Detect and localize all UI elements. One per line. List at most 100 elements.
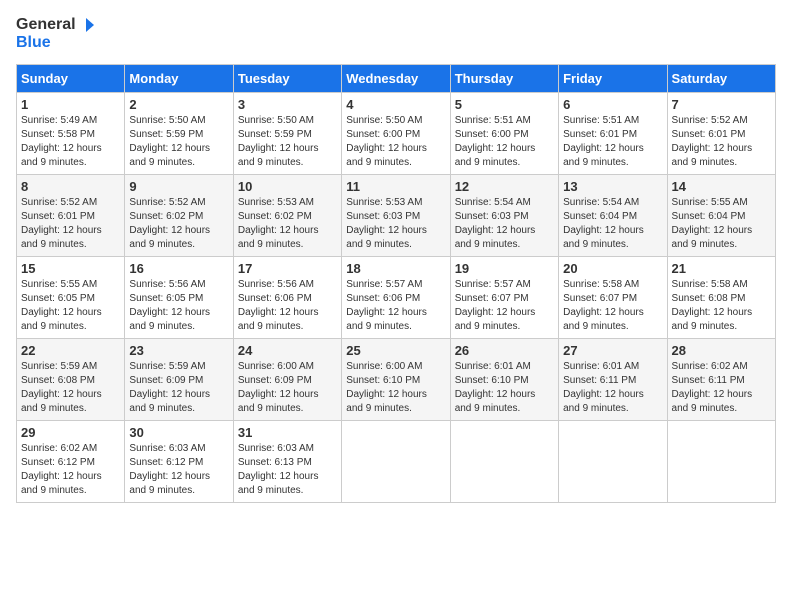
day-number: 11 — [346, 179, 445, 194]
logo-container: General Blue — [16, 16, 96, 52]
day-number: 7 — [672, 97, 771, 112]
day-info: Sunrise: 5:52 AM Sunset: 6:02 PM Dayligh… — [129, 196, 228, 252]
col-header-sunday: Sunday — [17, 64, 125, 92]
day-info: Sunrise: 5:49 AM Sunset: 5:58 PM Dayligh… — [21, 114, 120, 170]
day-number: 28 — [672, 343, 771, 358]
day-info: Sunrise: 5:58 AM Sunset: 6:07 PM Dayligh… — [563, 278, 662, 334]
calendar-cell: 15 Sunrise: 5:55 AM Sunset: 6:05 PM Dayli… — [17, 256, 125, 338]
calendar-cell: 20 Sunrise: 5:58 AM Sunset: 6:07 PM Dayli… — [559, 256, 667, 338]
day-info: Sunrise: 5:54 AM Sunset: 6:03 PM Dayligh… — [455, 196, 554, 252]
calendar-cell: 3 Sunrise: 5:50 AM Sunset: 5:59 PM Daylig… — [233, 92, 341, 174]
calendar-cell — [450, 420, 558, 502]
day-number: 24 — [238, 343, 337, 358]
calendar-cell: 26 Sunrise: 6:01 AM Sunset: 6:10 PM Dayli… — [450, 338, 558, 420]
day-info: Sunrise: 5:55 AM Sunset: 6:04 PM Dayligh… — [672, 196, 771, 252]
calendar-cell: 6 Sunrise: 5:51 AM Sunset: 6:01 PM Daylig… — [559, 92, 667, 174]
day-info: Sunrise: 5:50 AM Sunset: 5:59 PM Dayligh… — [129, 114, 228, 170]
day-number: 26 — [455, 343, 554, 358]
day-number: 10 — [238, 179, 337, 194]
calendar-cell: 29 Sunrise: 6:02 AM Sunset: 6:12 PM Dayli… — [17, 420, 125, 502]
col-header-monday: Monday — [125, 64, 233, 92]
day-info: Sunrise: 5:59 AM Sunset: 6:08 PM Dayligh… — [21, 360, 120, 416]
day-info: Sunrise: 5:51 AM Sunset: 6:00 PM Dayligh… — [455, 114, 554, 170]
day-number: 5 — [455, 97, 554, 112]
day-number: 30 — [129, 425, 228, 440]
calendar-cell: 11 Sunrise: 5:53 AM Sunset: 6:03 PM Dayli… — [342, 174, 450, 256]
day-number: 9 — [129, 179, 228, 194]
day-number: 1 — [21, 97, 120, 112]
col-header-saturday: Saturday — [667, 64, 775, 92]
calendar-cell: 1 Sunrise: 5:49 AM Sunset: 5:58 PM Daylig… — [17, 92, 125, 174]
day-info: Sunrise: 5:53 AM Sunset: 6:03 PM Dayligh… — [346, 196, 445, 252]
day-info: Sunrise: 6:02 AM Sunset: 6:11 PM Dayligh… — [672, 360, 771, 416]
day-number: 4 — [346, 97, 445, 112]
day-number: 31 — [238, 425, 337, 440]
calendar-cell: 9 Sunrise: 5:52 AM Sunset: 6:02 PM Daylig… — [125, 174, 233, 256]
day-number: 19 — [455, 261, 554, 276]
day-info: Sunrise: 5:58 AM Sunset: 6:08 PM Dayligh… — [672, 278, 771, 334]
day-info: Sunrise: 5:50 AM Sunset: 6:00 PM Dayligh… — [346, 114, 445, 170]
calendar-cell: 22 Sunrise: 5:59 AM Sunset: 6:08 PM Dayli… — [17, 338, 125, 420]
calendar-cell: 21 Sunrise: 5:58 AM Sunset: 6:08 PM Dayli… — [667, 256, 775, 338]
calendar-cell: 17 Sunrise: 5:56 AM Sunset: 6:06 PM Dayli… — [233, 256, 341, 338]
day-info: Sunrise: 5:55 AM Sunset: 6:05 PM Dayligh… — [21, 278, 120, 334]
calendar-cell: 8Sunrise: 5:52 AM Sunset: 6:01 PM Daylig… — [17, 174, 125, 256]
calendar-cell: 23Sunrise: 5:59 AM Sunset: 6:09 PM Dayli… — [125, 338, 233, 420]
day-number: 22 — [21, 343, 120, 358]
day-number: 14 — [672, 179, 771, 194]
calendar-cell: 18 Sunrise: 5:57 AM Sunset: 6:06 PM Dayli… — [342, 256, 450, 338]
calendar-cell: 5 Sunrise: 5:51 AM Sunset: 6:00 PM Daylig… — [450, 92, 558, 174]
col-header-wednesday: Wednesday — [342, 64, 450, 92]
day-number: 21 — [672, 261, 771, 276]
logo-arrow-icon — [78, 16, 96, 34]
calendar-cell — [667, 420, 775, 502]
calendar-cell: 14 Sunrise: 5:55 AM Sunset: 6:04 PM Dayli… — [667, 174, 775, 256]
day-info: Sunrise: 6:00 AM Sunset: 6:09 PM Dayligh… — [238, 360, 337, 416]
day-info: Sunrise: 6:00 AM Sunset: 6:10 PM Dayligh… — [346, 360, 445, 416]
day-number: 2 — [129, 97, 228, 112]
logo-blue: Blue — [16, 34, 96, 52]
day-info: Sunrise: 5:59 AM Sunset: 6:09 PM Dayligh… — [129, 360, 228, 416]
day-info: Sunrise: 5:57 AM Sunset: 6:06 PM Dayligh… — [346, 278, 445, 334]
day-number: 17 — [238, 261, 337, 276]
day-info: Sunrise: 5:51 AM Sunset: 6:01 PM Dayligh… — [563, 114, 662, 170]
day-info: Sunrise: 5:56 AM Sunset: 6:05 PM Dayligh… — [129, 278, 228, 334]
calendar-cell: 13Sunrise: 5:54 AM Sunset: 6:04 PM Dayli… — [559, 174, 667, 256]
day-info: Sunrise: 6:03 AM Sunset: 6:13 PM Dayligh… — [238, 442, 337, 498]
day-info: Sunrise: 5:53 AM Sunset: 6:02 PM Dayligh… — [238, 196, 337, 252]
day-number: 3 — [238, 97, 337, 112]
calendar-cell: 4 Sunrise: 5:50 AM Sunset: 6:00 PM Daylig… — [342, 92, 450, 174]
day-number: 20 — [563, 261, 662, 276]
col-header-tuesday: Tuesday — [233, 64, 341, 92]
day-info: Sunrise: 5:54 AM Sunset: 6:04 PM Dayligh… — [563, 196, 662, 252]
calendar-cell: 27Sunrise: 6:01 AM Sunset: 6:11 PM Dayli… — [559, 338, 667, 420]
logo: General Blue — [16, 16, 96, 52]
calendar-cell: 31 Sunrise: 6:03 AM Sunset: 6:13 PM Dayli… — [233, 420, 341, 502]
calendar-cell — [342, 420, 450, 502]
col-header-thursday: Thursday — [450, 64, 558, 92]
day-info: Sunrise: 6:02 AM Sunset: 6:12 PM Dayligh… — [21, 442, 120, 498]
day-number: 25 — [346, 343, 445, 358]
col-header-friday: Friday — [559, 64, 667, 92]
calendar-cell: 12 Sunrise: 5:54 AM Sunset: 6:03 PM Dayli… — [450, 174, 558, 256]
day-number: 27 — [563, 343, 662, 358]
calendar-cell: 16Sunrise: 5:56 AM Sunset: 6:05 PM Dayli… — [125, 256, 233, 338]
day-number: 8 — [21, 179, 120, 194]
day-info: Sunrise: 5:52 AM Sunset: 6:01 PM Dayligh… — [672, 114, 771, 170]
day-info: Sunrise: 6:03 AM Sunset: 6:12 PM Dayligh… — [129, 442, 228, 498]
calendar-table: SundayMondayTuesdayWednesdayThursdayFrid… — [16, 64, 776, 503]
calendar-cell: 7 Sunrise: 5:52 AM Sunset: 6:01 PM Daylig… — [667, 92, 775, 174]
calendar-cell — [559, 420, 667, 502]
calendar-cell: 10 Sunrise: 5:53 AM Sunset: 6:02 PM Dayli… — [233, 174, 341, 256]
day-info: Sunrise: 5:56 AM Sunset: 6:06 PM Dayligh… — [238, 278, 337, 334]
page-header: General Blue — [16, 16, 776, 52]
calendar-cell: 30 Sunrise: 6:03 AM Sunset: 6:12 PM Dayli… — [125, 420, 233, 502]
day-number: 15 — [21, 261, 120, 276]
day-number: 29 — [21, 425, 120, 440]
day-info: Sunrise: 6:01 AM Sunset: 6:10 PM Dayligh… — [455, 360, 554, 416]
day-number: 6 — [563, 97, 662, 112]
day-number: 18 — [346, 261, 445, 276]
day-number: 12 — [455, 179, 554, 194]
day-info: Sunrise: 5:50 AM Sunset: 5:59 PM Dayligh… — [238, 114, 337, 170]
calendar-cell: 28 Sunrise: 6:02 AM Sunset: 6:11 PM Dayli… — [667, 338, 775, 420]
